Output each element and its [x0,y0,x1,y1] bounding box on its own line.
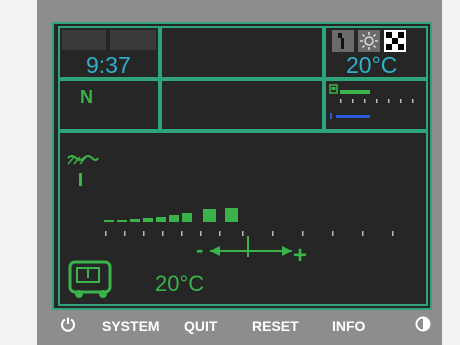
gear-panel: N [58,79,160,131]
power-icon [61,317,75,332]
slider-plus-label[interactable]: + [293,242,307,270]
heater-wave-icon [67,155,99,186]
contrast-icon [415,316,431,332]
sun-icon [358,30,380,52]
fuel-gauge [329,84,414,119]
temperature-slider [210,236,292,257]
level-bars [104,208,238,222]
temperature-panel: 20°C [324,26,428,79]
level-scale-ticks [105,231,394,236]
quit-button[interactable]: QUIT [184,318,217,334]
fuel-level-bar [340,90,370,94]
main-panel: - + 20°C [58,131,428,306]
clock-tab-left [62,30,106,50]
checkered-flag-icon [384,30,406,52]
clock-tab-right [110,30,156,50]
main-graphics [67,155,394,298]
clock-panel: 9:37 [58,26,160,79]
display-screen: 9:37 20°C N - + 20°C [52,22,432,310]
temperature-display: 20°C [346,52,398,78]
wrench-icon [332,30,354,52]
blue-level-marker [330,113,332,119]
fuel-panel [324,79,428,131]
system-button[interactable]: SYSTEM [102,318,160,334]
fuel-pump-icon [329,84,338,94]
info-button[interactable]: INFO [332,318,365,334]
power-button[interactable] [60,316,76,335]
slider-minus-label[interactable]: - [196,237,203,263]
fuel-scale-ticks [340,99,414,103]
gear-indicator: N [80,87,93,107]
vehicle-icon [68,260,112,298]
arrow-right-icon [282,246,292,256]
blue-level-bar [336,115,370,118]
contrast-button[interactable] [415,316,431,335]
middle-panel [160,79,324,131]
arrow-left-icon [210,246,220,256]
clock-display: 9:37 [86,52,131,78]
top-middle-panel [160,26,324,79]
reset-button[interactable]: RESET [252,318,299,334]
cabin-temperature: 20°C [155,271,205,296]
